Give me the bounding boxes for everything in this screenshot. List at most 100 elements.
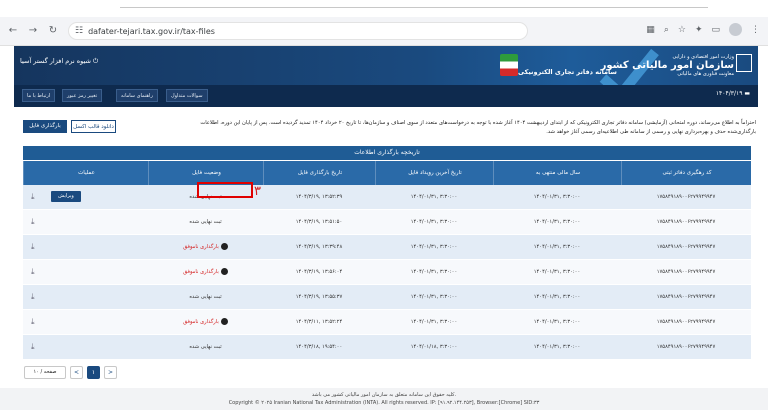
- cell-status: ثبت نهایی شده: [148, 285, 263, 309]
- annotation-number: ۳: [254, 184, 261, 199]
- cell-operations: ⤓: [23, 210, 148, 234]
- current-date: ۱۴۰۴/۳/۱۹ ▬: [715, 90, 750, 97]
- download-icon[interactable]: ⤓: [31, 192, 35, 201]
- table-row: ۱۷۵۸۴۹۱۸۹۰۰۶۲۷۹۹۴۹۹۴۷ ۱۴۰۴/۰۱/۳۱, ۳:۳۰:۰۰…: [23, 260, 751, 284]
- error-icon[interactable]: [220, 318, 228, 325]
- cell-code: ۱۷۵۸۴۹۱۸۹۰۰۶۲۷۹۹۴۹۹۴۷: [656, 344, 716, 350]
- organization-title: وزارت امور اقتصادی و دارایی سازمان امور …: [600, 54, 734, 77]
- emblem-icon: [736, 54, 752, 72]
- cell-last-event: ۱۴۰۴/۰۱/۳۱, ۳:۳۰:۰۰: [410, 294, 458, 300]
- cell-fiscal: ۱۴۰۴/۰۱/۳۱, ۳:۳۰:۰۰: [533, 344, 581, 350]
- notice-text: احتراماً به اطلاع می‌رساند، دوره امتحانی…: [200, 120, 756, 135]
- reload-icon[interactable]: ↻: [46, 24, 60, 38]
- cell-last-event: ۱۴۰۴/۰۱/۳۱, ۳:۳۰:۰۰: [410, 244, 458, 250]
- cell-operations: ⤓: [23, 285, 148, 309]
- cell-operations: ⤓: [23, 335, 148, 359]
- edit-button[interactable]: ویرایش: [51, 191, 81, 202]
- cell-fiscal: ۱۴۰۴/۰۱/۳۱, ۳:۳۰:۰۰: [533, 269, 581, 275]
- cell-code: ۱۷۵۸۴۹۱۸۹۰۰۶۲۷۹۹۴۹۹۴۷: [656, 294, 716, 300]
- table-title: تاریخچه بارگذاری اطلاعات: [23, 146, 751, 160]
- column-header: سال مالی منتهی به: [493, 161, 622, 185]
- cell-operations: ⤓: [23, 310, 148, 334]
- translate-icon[interactable]: ▦: [646, 25, 655, 35]
- next-page-button[interactable]: >: [104, 366, 117, 379]
- sidebar-icon[interactable]: ▭: [711, 25, 720, 35]
- column-header: کد رهگیری دفاتر ثبتی: [621, 161, 752, 185]
- download-template-button[interactable]: دانلود قالب اکسل: [71, 120, 116, 133]
- cell-status: بارگذاری ناموفق: [148, 235, 263, 259]
- cell-status: ثبت نهایی شده: [148, 210, 263, 234]
- cell-operations: ⤓ ویرایش: [23, 185, 148, 209]
- contact-button[interactable]: ارتباط با ما: [22, 89, 56, 102]
- page-size-select[interactable]: ۱۰ / صفحه: [24, 366, 66, 379]
- cell-upload: ۱۴۰۴/۳/۱۹, ۱۳:۵۵:۳۷: [295, 294, 343, 300]
- status-text: ثبت نهایی شده: [189, 294, 222, 300]
- download-icon[interactable]: ⤓: [31, 217, 35, 226]
- page-button-current[interactable]: ۱: [87, 366, 100, 379]
- download-icon[interactable]: ⤓: [31, 242, 35, 251]
- column-header: تاریخ آخرین رویداد فایل: [375, 161, 494, 185]
- zoom-icon[interactable]: ⌕: [664, 25, 669, 35]
- main-menu: ارتباط با ما تغییر رمز عبور راهنمای ساما…: [14, 85, 758, 107]
- error-icon[interactable]: [220, 243, 228, 250]
- cell-fiscal: ۱۴۰۴/۰۱/۳۱, ۳:۳۰:۰۰: [533, 294, 581, 300]
- status-text: بارگذاری ناموفق: [183, 269, 219, 275]
- footer-rights: کلیه حقوق این سامانه متعلق به سازمان امو…: [311, 392, 457, 398]
- address-bar[interactable]: ☷ dafater-tejari.tax.gov.ir/tax-files: [68, 22, 528, 40]
- prev-page-button[interactable]: <: [70, 366, 83, 379]
- page-top-rule: [0, 0, 768, 16]
- table-row: ۱۷۵۸۴۹۱۸۹۰۰۶۲۷۹۹۴۹۹۴۷ ۱۴۰۴/۰۱/۳۱, ۳:۳۰:۰۰…: [23, 335, 751, 359]
- star-icon[interactable]: ☆: [678, 25, 686, 35]
- error-icon[interactable]: [220, 268, 228, 275]
- cell-last-event: ۱۴۰۴/۰۱/۳۱, ۳:۳۰:۰۰: [410, 319, 458, 325]
- browser-toolbar: ← → ↻ ☷ dafater-tejari.tax.gov.ir/tax-fi…: [0, 17, 768, 46]
- cell-upload: ۱۴۰۴/۳/۱۹, ۱۳:۵۲:۳۹: [295, 194, 343, 200]
- cell-code: ۱۷۵۸۴۹۱۸۹۰۰۶۲۷۹۹۴۹۹۴۷: [656, 219, 716, 225]
- highlight-box: [197, 182, 253, 198]
- table-row: ۱۷۵۸۴۹۱۸۹۰۰۶۲۷۹۹۴۹۹۴۷ ۱۴۰۴/۰۱/۳۱, ۳:۳۰:۰۰…: [23, 310, 751, 334]
- back-icon[interactable]: ←: [6, 24, 20, 38]
- browser-actions: ▦ ⌕ ☆ ✦ ▭ ⋮: [646, 23, 760, 36]
- download-icon[interactable]: ⤓: [31, 292, 35, 301]
- cell-fiscal: ۱۴۰۴/۰۱/۳۱, ۳:۳۰:۰۰: [533, 244, 581, 250]
- footer-copyright: Copyright © ۲۰۲۵ Iranian National Tax Ad…: [228, 400, 540, 406]
- table-row: ۱۷۵۸۴۹۱۸۹۰۰۶۲۷۹۹۴۹۹۴۷ ۱۴۰۴/۰۱/۳۱, ۳:۳۰:۰۰…: [23, 285, 751, 309]
- table-row: ۱۷۵۸۴۹۱۸۹۰۰۶۲۷۹۹۴۹۹۴۷ ۱۴۰۴/۰۱/۳۱, ۳:۳۰:۰۰…: [23, 210, 751, 234]
- extensions-icon[interactable]: ✦: [695, 25, 703, 35]
- cell-operations: ⤓: [23, 260, 148, 284]
- change-password-button[interactable]: تغییر رمز عبور: [62, 89, 103, 102]
- guides-button[interactable]: راهنمای سامانه: [116, 89, 158, 102]
- column-header: تاریخ بارگذاری فایل: [263, 161, 376, 185]
- download-icon[interactable]: ⤓: [31, 317, 35, 326]
- cell-status: بارگذاری ناموفق: [148, 260, 263, 284]
- status-text: ثبت نهایی شده: [189, 344, 222, 350]
- user-name[interactable]: شیوه نرم افزار گستر آسیا ⏻: [20, 57, 98, 66]
- site-settings-icon[interactable]: ☷: [75, 26, 83, 36]
- pagination: ۱۰ / صفحه < ۱ >: [24, 366, 117, 379]
- cell-fiscal: ۱۴۰۴/۰۱/۳۱, ۳:۳۰:۰۰: [533, 194, 581, 200]
- cell-code: ۱۷۵۸۴۹۱۸۹۰۰۶۲۷۹۹۴۹۹۴۷: [656, 319, 716, 325]
- forward-icon[interactable]: →: [26, 24, 40, 38]
- download-icon[interactable]: ⤓: [31, 342, 35, 351]
- cell-status: ثبت نهایی شده: [148, 335, 263, 359]
- status-text: بارگذاری ناموفق: [183, 244, 219, 250]
- download-icon[interactable]: ⤓: [31, 267, 35, 276]
- menu-icon[interactable]: ⋮: [751, 25, 760, 35]
- cell-status: بارگذاری ناموفق: [148, 310, 263, 334]
- cell-upload: ۱۴۰۴/۳/۱۸, ۱۹:۵۴:۰۰: [295, 344, 343, 350]
- cell-code: ۱۷۵۸۴۹۱۸۹۰۰۶۲۷۹۹۴۹۹۴۷: [656, 269, 716, 275]
- table-row: ۱۷۵۸۴۹۱۸۹۰۰۶۲۷۹۹۴۹۹۴۷ ۱۴۰۴/۰۱/۳۱, ۳:۳۰:۰۰…: [23, 185, 751, 209]
- url-text: dafater-tejari.tax.gov.ir/tax-files: [88, 26, 215, 36]
- upload-file-button[interactable]: بارگذاری فایل: [23, 120, 67, 133]
- cell-code: ۱۷۵۸۴۹۱۸۹۰۰۶۲۷۹۹۴۹۹۴۷: [656, 244, 716, 250]
- cell-code: ۱۷۵۸۴۹۱۸۹۰۰۶۲۷۹۹۴۹۹۴۷: [656, 194, 716, 200]
- status-text: بارگذاری ناموفق: [183, 319, 219, 325]
- flag-icon: [500, 54, 518, 76]
- cell-upload: ۱۴۰۴/۳/۱۹, ۱۳:۵۱:۵۰: [295, 219, 343, 225]
- cell-last-event: ۱۴۰۴/۰۱/۳۱, ۳:۳۰:۰۰: [410, 194, 458, 200]
- cell-upload: ۱۴۰۴/۳/۱۹, ۱۳:۵۶:۰۴: [295, 269, 343, 275]
- cell-fiscal: ۱۴۰۴/۰۱/۳۱, ۳:۳۰:۰۰: [533, 219, 581, 225]
- faq-button[interactable]: سوالات متداول: [166, 89, 208, 102]
- cell-last-event: ۱۴۰۴/۰۱/۳۱, ۳:۳۰:۰۰: [410, 219, 458, 225]
- profile-icon[interactable]: [729, 23, 742, 36]
